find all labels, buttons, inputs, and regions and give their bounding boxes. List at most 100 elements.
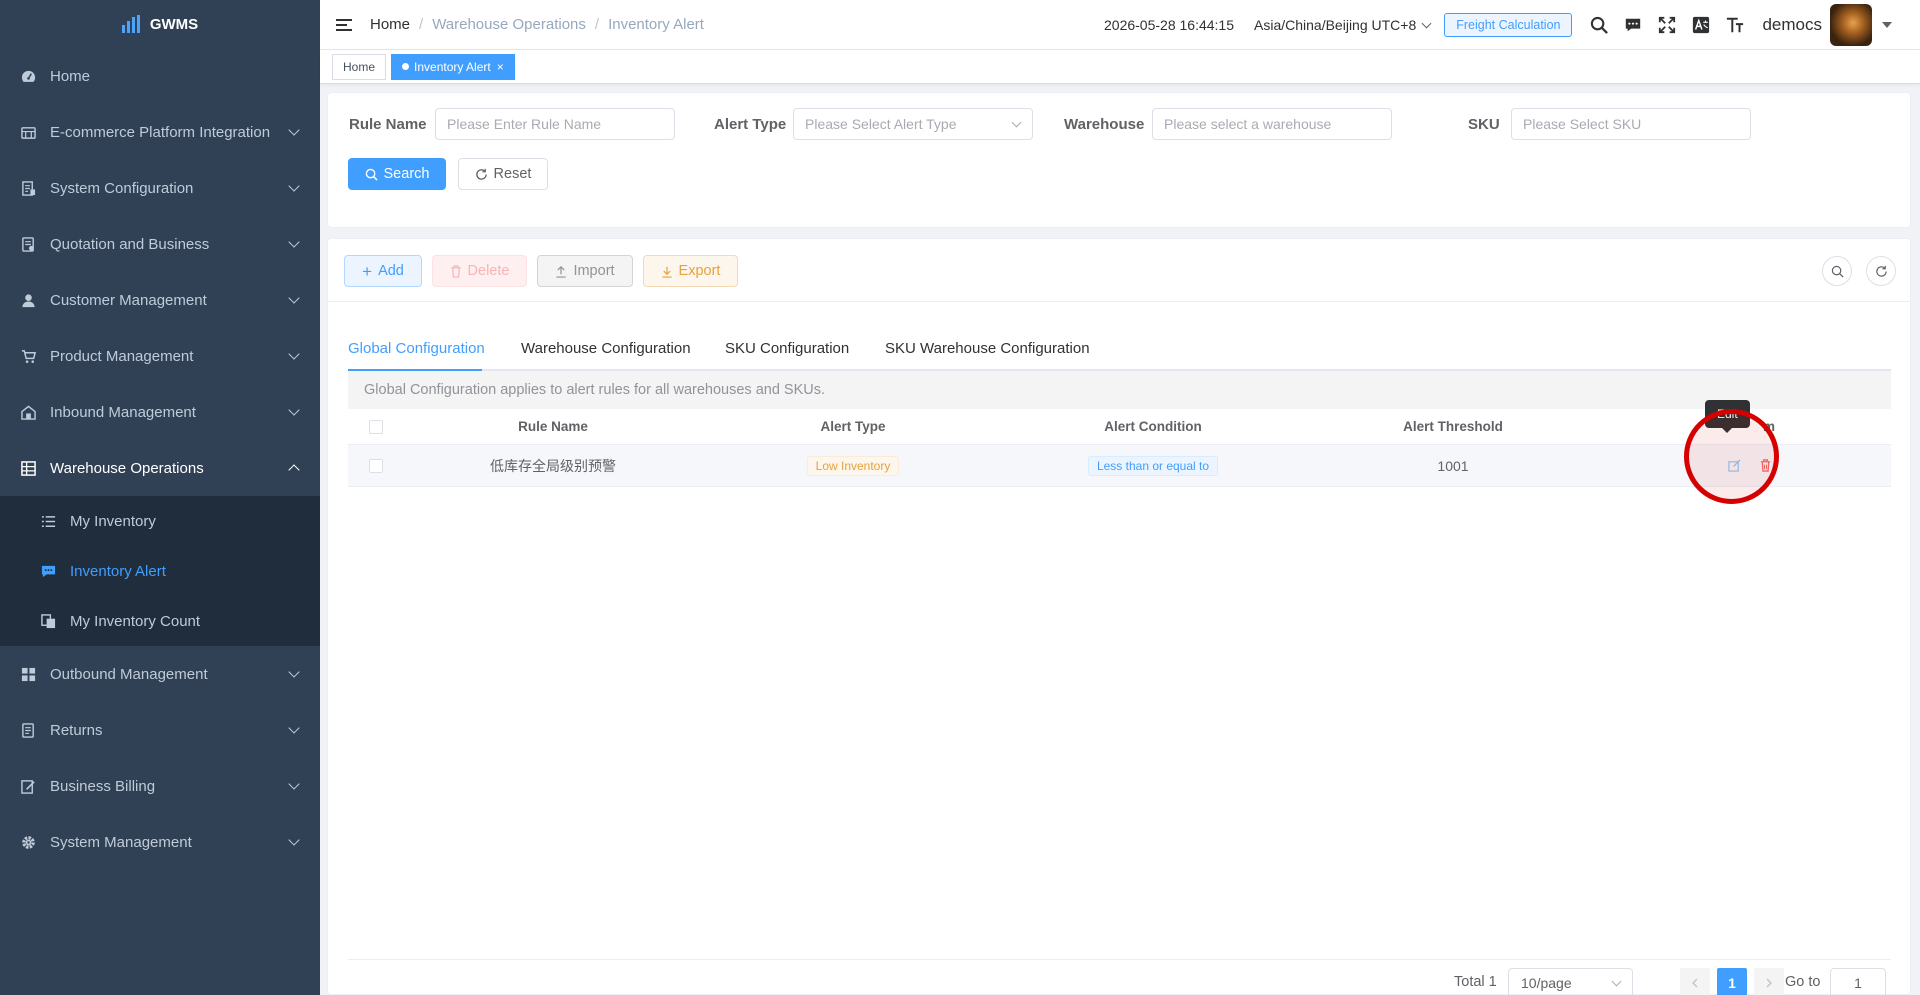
chevron-down-icon [288,348,300,360]
warehouse-select[interactable]: Please select a warehouse [1152,108,1392,140]
avatar[interactable] [1830,4,1872,46]
sidebar-item-home[interactable]: Home [0,48,320,104]
sidebar-item-quotation[interactable]: Quotation and Business [0,216,320,272]
page-size-value: 10/page [1521,975,1572,991]
chevron-down-icon [288,124,300,136]
quotation-icon [20,236,36,252]
chevron-down-icon [288,404,300,416]
tag-inventory-alert[interactable]: Inventory Alert × [391,53,515,80]
search-icon [1831,265,1844,278]
select-all-checkbox[interactable] [368,419,383,434]
rule-name-placeholder: Please Enter Rule Name [447,116,602,132]
timezone-label: Asia/China/Beijing UTC+8 [1254,17,1417,33]
sidebar-item-inbound-management[interactable]: Inbound Management [0,384,320,440]
column-header-alert-condition: Alert Condition [1104,419,1202,434]
sidebar-item-inventory-alert[interactable]: Inventory Alert [0,546,320,596]
sidebar-item-business-billing[interactable]: Business Billing [0,758,320,814]
breadcrumb-separator: / [419,16,424,33]
caret-down-icon[interactable] [1882,22,1892,28]
sidebar-item-label: Inventory Alert [70,562,166,580]
fullscreen-icon[interactable] [1656,14,1678,36]
logo[interactable]: GWMS [0,0,320,48]
sidebar-item-product-management[interactable]: Product Management [0,328,320,384]
sidebar-item-system-configuration[interactable]: System Configuration [0,160,320,216]
hamburger-icon[interactable] [336,18,352,31]
row-checkbox[interactable] [368,458,383,473]
sidebar-item-label: Product Management [50,347,194,365]
export-button[interactable]: Export [643,255,738,287]
sku-select[interactable]: Please Select SKU [1511,108,1751,140]
alert-type-label: Alert Type [714,116,787,133]
next-page-button[interactable] [1754,968,1784,995]
close-icon[interactable]: × [497,55,504,79]
breadcrumb-item-home[interactable]: Home [370,16,410,33]
alert-icon [40,563,56,579]
table-row[interactable]: 低库存全局级别预警 Low Inventory Less than or equ… [348,445,1891,487]
edit-icon[interactable] [1728,459,1741,472]
chevron-down-icon [1421,18,1432,28]
cell-alert-threshold: 1001 [1437,457,1469,474]
search-button[interactable]: Search [348,158,446,190]
breadcrumb-item-inventory-alert: Inventory Alert [608,16,704,33]
tag-home[interactable]: Home [332,53,387,80]
platform-icon [20,124,36,140]
sidebar-item-label: E-commerce Platform Integration [50,123,271,141]
count-icon [40,613,56,629]
breadcrumb-item-warehouse-operations: Warehouse Operations [432,16,586,33]
refresh-button[interactable] [1866,256,1896,286]
message-icon[interactable] [1622,14,1644,36]
trash-icon [450,264,461,278]
sidebar-item-label: Inbound Management [50,403,196,421]
delete-button[interactable]: Delete [432,255,527,287]
tags-view: Home Inventory Alert × [320,50,1920,84]
reset-button[interactable]: Reset [458,158,548,190]
sidebar-item-my-inventory[interactable]: My Inventory [0,496,320,546]
language-icon[interactable] [1690,14,1712,36]
sidebar-item-label: Customer Management [50,291,207,309]
rule-name-input[interactable]: Please Enter Rule Name [435,108,675,140]
sidebar-item-label: My Inventory Count [70,612,201,630]
chevron-down-icon [288,180,300,192]
sidebar-item-customer-management[interactable]: Customer Management [0,272,320,328]
select-all-cell [348,409,403,444]
import-button[interactable]: Import [537,255,633,287]
tab-sku-warehouse-configuration[interactable]: SKU Warehouse Configuration [885,329,1090,369]
sidebar-item-ecommerce[interactable]: E-commerce Platform Integration [0,104,320,160]
sidebar-item-returns[interactable]: Returns [0,702,320,758]
sidebar: GWMS Home E-commerce Platform Integratio… [0,0,320,995]
tab-warehouse-configuration[interactable]: Warehouse Configuration [521,329,691,369]
edit-tooltip: Edit [1705,400,1750,433]
sidebar-item-outbound-management[interactable]: Outbound Management [0,646,320,702]
delete-button-label: Delete [467,263,510,279]
username[interactable]: democs [1762,15,1822,35]
tab-global-configuration[interactable]: Global Configuration [348,329,485,369]
add-button[interactable]: + Add [344,255,422,287]
sidebar-item-my-inventory-count[interactable]: My Inventory Count [0,596,320,646]
search-form: Rule Name Please Enter Rule Name Alert T… [327,92,1911,228]
dashboard-icon [20,68,36,84]
delete-icon[interactable] [1759,459,1772,472]
tab-sku-configuration[interactable]: SKU Configuration [725,329,849,369]
freight-calculation-button[interactable]: Freight Calculation [1444,13,1573,37]
alert-type-select[interactable]: Please Select Alert Type [793,108,1033,140]
sidebar-item-label: Business Billing [50,777,156,795]
toggle-search-button[interactable] [1822,256,1852,286]
page-number-button[interactable]: 1 [1717,968,1747,995]
sidebar-item-system-management[interactable]: System Management [0,814,320,870]
cart-icon [20,348,36,364]
sidebar-item-label: System Configuration [50,179,194,197]
column-header-alert-type: Alert Type [820,419,886,434]
chevron-right-icon [1766,978,1772,988]
chevron-down-icon [1611,976,1622,987]
timezone-select[interactable]: Asia/China/Beijing UTC+8 [1254,17,1432,33]
search-icon[interactable] [1588,14,1610,36]
font-size-icon[interactable] [1724,14,1746,36]
sidebar-item-label: Quotation and Business [50,235,210,253]
warehouse-operations-submenu: My Inventory Inventory Alert My Inventor… [0,496,320,646]
page-size-select[interactable]: 10/page [1508,968,1633,995]
config-tabs: Global Configuration Warehouse Configura… [348,329,1891,371]
sidebar-item-warehouse-operations[interactable]: Warehouse Operations [0,440,320,496]
prev-page-button[interactable] [1680,968,1710,995]
goto-page-input[interactable]: 1 [1830,968,1886,995]
sidebar-item-label: Returns [50,721,103,739]
